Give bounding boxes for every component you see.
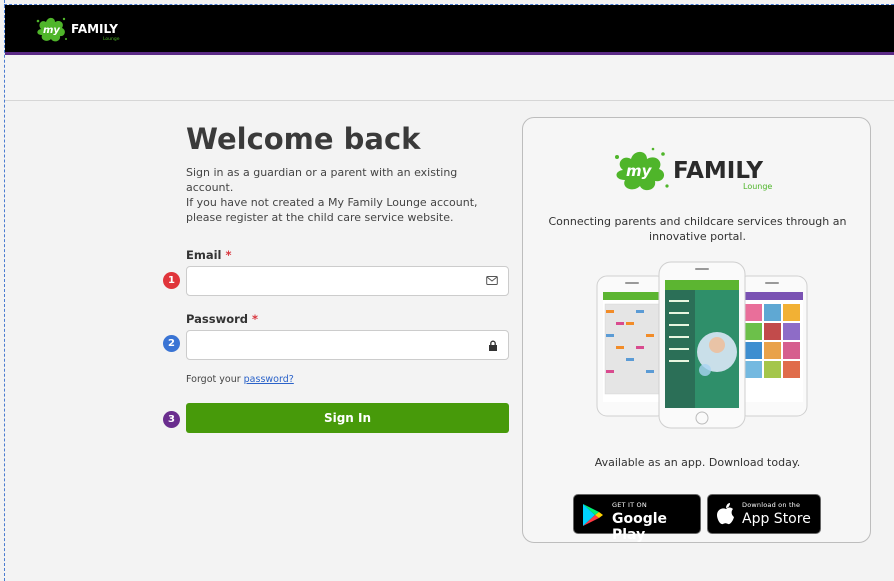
intro-line-2: If you have not created a My Family Loun… — [186, 196, 478, 224]
google-play-button[interactable]: GET IT ON Google Play — [573, 494, 701, 543]
logo-lounge: Lounge — [103, 36, 120, 42]
top-header: my FAMILY Lounge — [5, 5, 894, 55]
email-input[interactable] — [187, 267, 477, 295]
email-field[interactable] — [186, 266, 509, 296]
header-logo[interactable]: my FAMILY Lounge — [33, 14, 133, 44]
sign-in-button[interactable]: Sign In — [186, 403, 509, 433]
phone-center-image — [658, 261, 746, 429]
email-required-mark: * — [225, 248, 232, 262]
email-label-text: Email — [186, 248, 222, 262]
password-required-mark: * — [252, 312, 259, 326]
google-play-big: Google Play — [612, 511, 668, 543]
promo-logo-lounge: Lounge — [743, 182, 772, 191]
app-promo-card: my FAMILY Lounge Connecting parents and … — [522, 117, 871, 543]
promo-logo: my FAMILY Lounge — [615, 147, 772, 191]
forgot-prefix: Forgot your — [186, 374, 244, 385]
email-label: Email * — [186, 248, 232, 262]
main-content: Welcome back Sign in as a guardian or a … — [0, 102, 894, 581]
step-badge-2: 2 — [163, 335, 180, 352]
lock-icon — [489, 340, 497, 351]
app-available-text: Available as an app. Download today. — [594, 456, 801, 469]
phones-illustration — [596, 261, 808, 429]
step-badge-1: 1 — [163, 272, 180, 289]
intro-line-1: Sign in as a guardian or a parent with a… — [186, 166, 458, 194]
apple-icon — [717, 503, 734, 525]
forgot-password-text: Forgot your password? — [186, 374, 294, 385]
step-badge-3: 3 — [163, 411, 180, 428]
phone-left-image — [596, 275, 668, 417]
phone-right-image — [736, 275, 808, 417]
promo-tagline: Connecting parents and childcare service… — [548, 215, 847, 243]
logo-family: FAMILY — [71, 22, 118, 36]
app-store-big: App Store — [742, 511, 811, 527]
password-input[interactable] — [187, 331, 477, 359]
promo-logo-my: my — [626, 162, 653, 180]
app-store-button[interactable]: Download on the App Store — [707, 494, 821, 534]
google-play-icon — [583, 504, 603, 526]
page-title: Welcome back — [186, 122, 421, 156]
password-field[interactable] — [186, 330, 509, 360]
intro-text: Sign in as a guardian or a parent with a… — [186, 165, 501, 225]
password-label: Password * — [186, 312, 258, 326]
sub-header — [5, 58, 894, 101]
password-label-text: Password — [186, 312, 248, 326]
logo-my: my — [43, 25, 60, 36]
envelope-icon — [486, 276, 498, 285]
app-store-small: Download on the — [742, 501, 801, 509]
forgot-password-link[interactable]: password? — [244, 374, 294, 385]
frame-guide-top — [4, 4, 894, 5]
google-play-small: GET IT ON — [612, 501, 647, 509]
promo-logo-family: FAMILY — [673, 158, 763, 184]
